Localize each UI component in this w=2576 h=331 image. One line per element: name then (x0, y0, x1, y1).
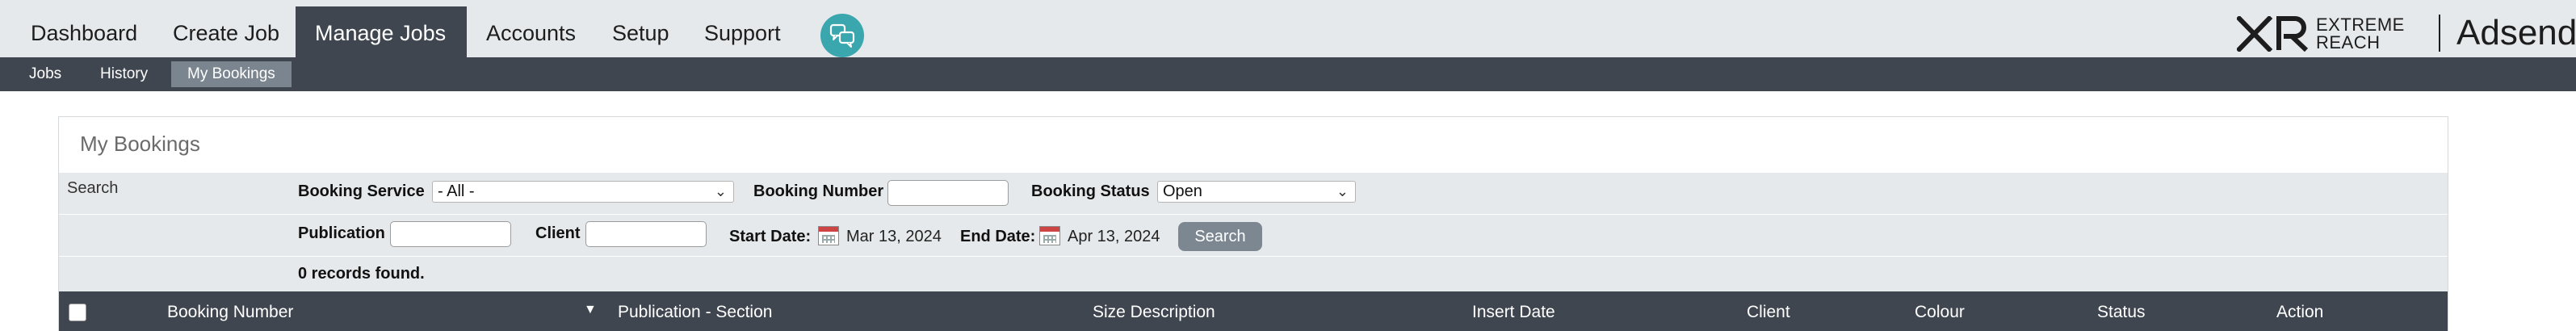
sub-navigation: Jobs History My Bookings (0, 57, 2576, 91)
nav-accounts[interactable]: Accounts (467, 6, 595, 57)
nav-manage-jobs[interactable]: Manage Jobs (296, 6, 467, 57)
chevron-down-icon: ⌄ (714, 183, 727, 199)
subnav-jobs[interactable]: Jobs (13, 61, 78, 87)
booking-status-value: Open (1163, 182, 1202, 200)
chevron-down-icon: ⌄ (1336, 183, 1349, 199)
brand-logo: EXTREME REACH Adsend (2237, 11, 2576, 57)
nav-create-job[interactable]: Create Job (153, 6, 299, 57)
xr-line-2: REACH (2316, 32, 2381, 52)
records-count: 0 records found. (298, 265, 425, 283)
column-colour[interactable]: Colour (1915, 303, 1965, 322)
bookings-table-header: Booking Number ▼ Publication - Section S… (59, 291, 2448, 331)
my-bookings-panel: My Bookings Search Booking Service - All… (58, 116, 2448, 331)
xr-line-1: EXTREME (2316, 15, 2405, 35)
column-size-description[interactable]: Size Description (1093, 303, 1215, 322)
column-publication-section[interactable]: Publication - Section (618, 303, 772, 322)
start-date-value[interactable]: Mar 13, 2024 (846, 228, 942, 246)
start-date-calendar-icon[interactable] (818, 226, 839, 245)
booking-status-select[interactable]: Open ⌄ (1157, 181, 1356, 203)
booking-status-label: Booking Status (1031, 182, 1150, 200)
column-insert-date[interactable]: Insert Date (1472, 303, 1555, 322)
select-all-checkbox[interactable] (69, 304, 86, 321)
adsend-wordmark: Adsend (2456, 13, 2576, 52)
publication-label: Publication (298, 224, 385, 242)
chat-button[interactable] (820, 14, 864, 57)
column-status[interactable]: Status (2097, 303, 2146, 322)
end-date-value[interactable]: Apr 13, 2024 (1068, 228, 1160, 246)
publication-input[interactable] (390, 221, 511, 247)
booking-number-label: Booking Number (753, 182, 884, 200)
client-input[interactable] (585, 221, 707, 247)
start-date-label: Start Date: (729, 228, 812, 245)
panel-title: My Bookings (80, 132, 200, 156)
subnav-history[interactable]: History (84, 61, 164, 87)
booking-service-label: Booking Service (298, 182, 425, 200)
nav-setup[interactable]: Setup (593, 6, 689, 57)
search-button[interactable]: Search (1178, 222, 1262, 251)
client-label: Client (535, 224, 581, 242)
top-navigation: Dashboard Create Job Manage Jobs Account… (0, 0, 2576, 57)
xr-logo-icon (2237, 16, 2309, 52)
extreme-reach-wordmark: EXTREME REACH (2316, 16, 2405, 52)
chat-bubbles-icon (829, 23, 855, 48)
nav-dashboard[interactable]: Dashboard (11, 6, 157, 57)
booking-service-select[interactable]: - All - ⌄ (432, 181, 734, 203)
brand-divider (2439, 15, 2440, 52)
sort-down-icon[interactable]: ▼ (584, 303, 597, 317)
filter-row-1: Search Booking Service - All - ⌄ Booking… (59, 172, 2448, 214)
records-row: 0 records found. (59, 256, 2448, 291)
booking-service-value: - All - (438, 182, 475, 200)
subnav-my-bookings[interactable]: My Bookings (171, 61, 292, 87)
search-section-label: Search (67, 179, 119, 197)
column-booking-number[interactable]: Booking Number (167, 303, 293, 322)
booking-number-input[interactable] (887, 180, 1009, 206)
end-date-label: End Date: (960, 228, 1036, 245)
nav-support[interactable]: Support (685, 6, 800, 57)
end-date-calendar-icon[interactable] (1039, 226, 1060, 245)
column-client[interactable]: Client (1747, 303, 1790, 322)
filter-row-2: Publication Client Start Date: Mar 13, 2… (59, 214, 2448, 256)
column-action: Action (2276, 303, 2324, 321)
